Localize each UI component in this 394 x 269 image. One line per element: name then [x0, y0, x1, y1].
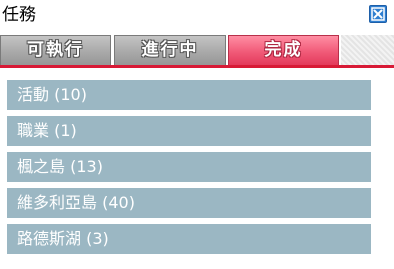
- tab-in-progress[interactable]: 進行中: [114, 35, 226, 65]
- category-row-job[interactable]: 職業 (1): [7, 116, 371, 146]
- category-row-events[interactable]: 活動 (10): [7, 80, 371, 110]
- tab-available[interactable]: 可執行: [0, 35, 111, 65]
- active-tab-underline: [0, 65, 394, 68]
- category-row-maple-island[interactable]: 楓之島 (13): [7, 152, 371, 182]
- window-title: 任務: [2, 5, 36, 25]
- category-row-victoria-island[interactable]: 維多利亞島 (40): [7, 188, 371, 218]
- tab-completed[interactable]: 完成: [228, 35, 339, 65]
- close-button[interactable]: [369, 5, 387, 23]
- close-x-icon: [371, 7, 385, 21]
- tab-strip-filler: [341, 35, 394, 65]
- category-row-ludus-lake[interactable]: 路德斯湖 (3): [7, 224, 371, 254]
- title-bar: 任務: [0, 0, 394, 31]
- tab-bar: 可執行 進行中 完成: [0, 31, 394, 68]
- quest-category-list: 活動 (10) 職業 (1) 楓之島 (13) 維多利亞島 (40) 路德斯湖 …: [7, 80, 371, 260]
